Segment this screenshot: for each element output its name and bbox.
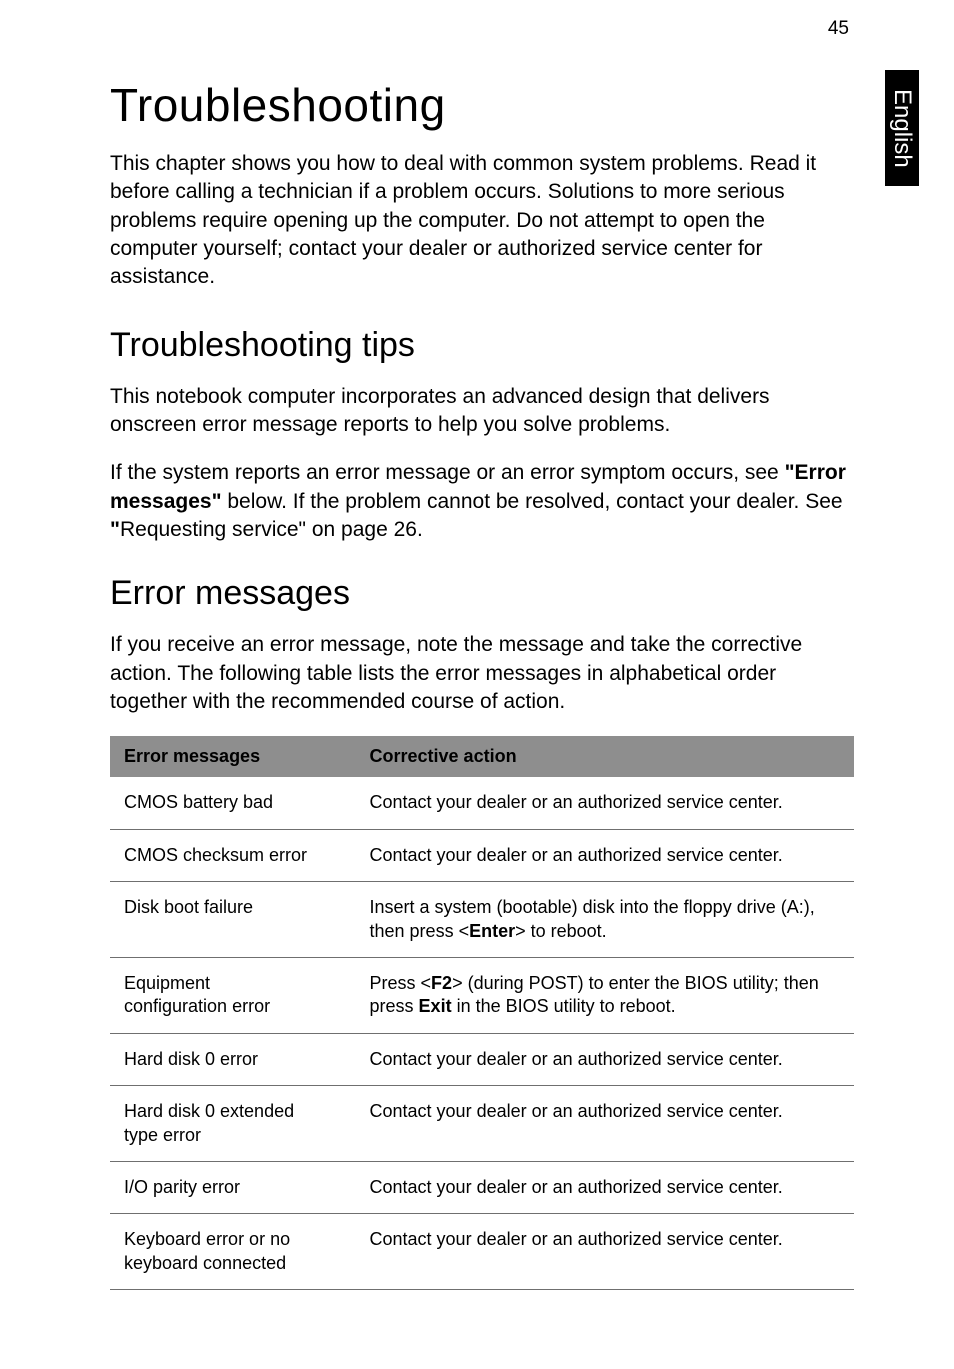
text-run: below. If the problem cannot be resolved…: [222, 490, 843, 513]
error-messages-table: Error messages Corrective action CMOS ba…: [110, 736, 854, 1290]
language-tab-label: English: [888, 89, 916, 168]
error-cell: CMOS battery bad: [110, 777, 356, 829]
table-header-error: Error messages: [110, 736, 356, 777]
table-row: Equipment configuration error Press <F2>…: [110, 958, 854, 1034]
table-row: Keyboard error or no keyboard connected …: [110, 1214, 854, 1290]
key-name: Enter: [469, 921, 515, 941]
table-row: CMOS battery bad Contact your dealer or …: [110, 777, 854, 829]
action-cell: Contact your dealer or an authorized ser…: [356, 777, 854, 829]
error-cell: Disk boot failure: [110, 882, 356, 958]
action-cell: Contact your dealer or an authorized ser…: [356, 829, 854, 881]
page-container: 45 English Troubleshooting This chapter …: [0, 0, 954, 1369]
error-cell: Keyboard error or no keyboard connected: [110, 1214, 356, 1290]
table-row: Hard disk 0 error Contact your dealer or…: [110, 1033, 854, 1085]
error-cell: CMOS checksum error: [110, 829, 356, 881]
text-run: > to reboot.: [515, 921, 607, 941]
table-header-row: Error messages Corrective action: [110, 736, 854, 777]
errors-paragraph: If you receive an error message, note th…: [110, 631, 854, 716]
error-cell: Hard disk 0 error: [110, 1033, 356, 1085]
action-cell: Contact your dealer or an authorized ser…: [356, 1086, 854, 1162]
text-line: Equipment: [124, 973, 210, 993]
tips-paragraph-2: If the system reports an error message o…: [110, 459, 854, 544]
action-cell: Contact your dealer or an authorized ser…: [356, 1033, 854, 1085]
key-name: F2: [431, 973, 452, 993]
errors-heading: Error messages: [110, 574, 854, 613]
error-cell: I/O parity error: [110, 1161, 356, 1213]
text-line: Hard disk 0 extended: [124, 1101, 294, 1121]
text-line: configuration error: [124, 996, 270, 1016]
text-line: keyboard connected: [124, 1253, 286, 1273]
table-row: I/O parity error Contact your dealer or …: [110, 1161, 854, 1213]
table-row: CMOS checksum error Contact your dealer …: [110, 829, 854, 881]
action-cell: Insert a system (bootable) disk into the…: [356, 882, 854, 958]
language-tab: English: [885, 70, 919, 186]
text-line: type error: [124, 1125, 201, 1145]
page-number: 45: [828, 18, 849, 40]
table-header-action: Corrective action: [356, 736, 854, 777]
text-run: If the system reports an error message o…: [110, 461, 785, 484]
key-name: Exit: [419, 996, 452, 1016]
error-cell: Equipment configuration error: [110, 958, 356, 1034]
text-line: Keyboard error or no: [124, 1229, 290, 1249]
action-cell: Contact your dealer or an authorized ser…: [356, 1214, 854, 1290]
error-cell: Hard disk 0 extended type error: [110, 1086, 356, 1162]
tips-heading: Troubleshooting tips: [110, 326, 854, 365]
tips-paragraph-1: This notebook computer incorporates an a…: [110, 383, 854, 440]
text-run: Requesting service" on page 26.: [120, 518, 423, 541]
action-cell: Contact your dealer or an authorized ser…: [356, 1161, 854, 1213]
text-run: ": [110, 518, 120, 541]
page-title: Troubleshooting: [110, 78, 854, 132]
intro-paragraph: This chapter shows you how to deal with …: [110, 150, 854, 292]
action-cell: Press <F2> (during POST) to enter the BI…: [356, 958, 854, 1034]
text-run: in the BIOS utility to reboot.: [452, 996, 676, 1016]
table-row: Hard disk 0 extended type error Contact …: [110, 1086, 854, 1162]
table-row: Disk boot failure Insert a system (boota…: [110, 882, 854, 958]
text-run: Press <: [370, 973, 432, 993]
